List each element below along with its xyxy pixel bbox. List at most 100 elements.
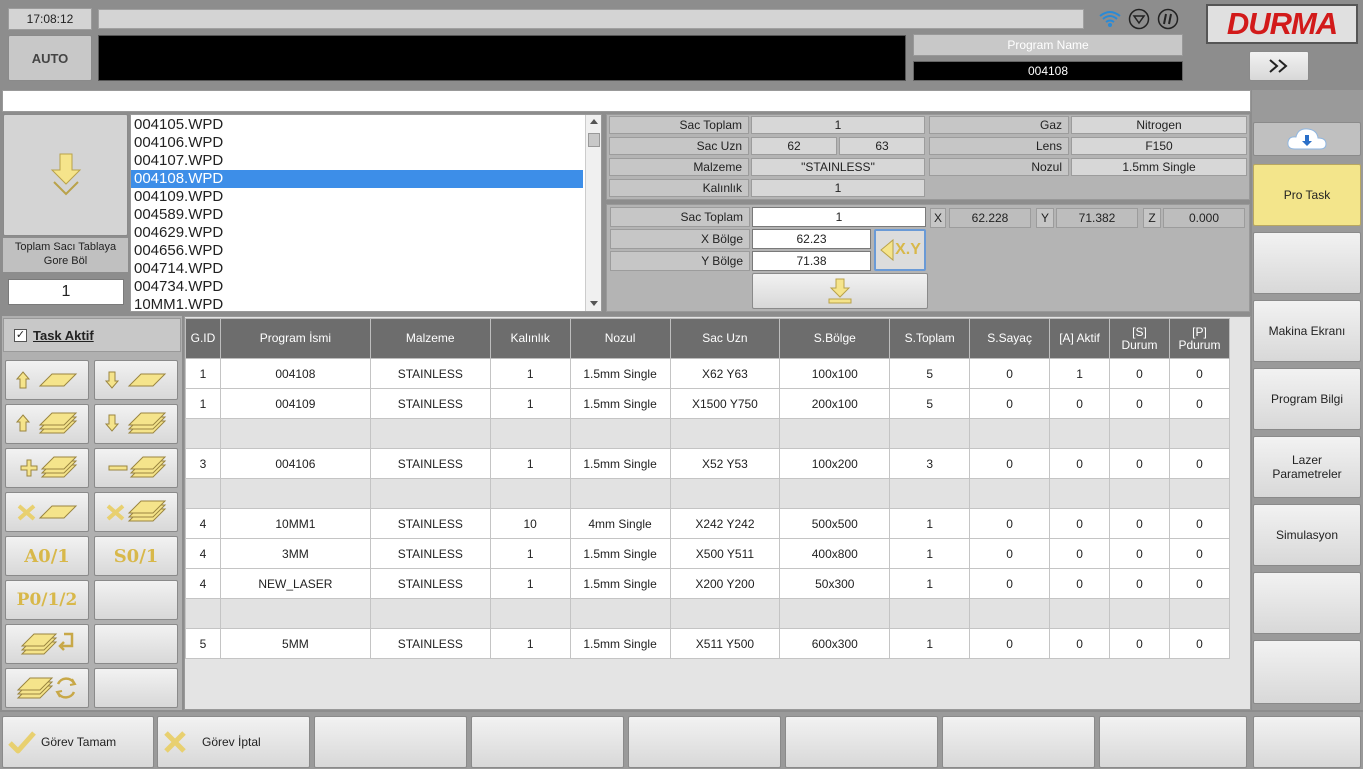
scroll-up-icon[interactable]: [590, 119, 598, 124]
list-item[interactable]: 004734.WPD: [131, 278, 585, 296]
table-cell: 1: [185, 388, 221, 419]
column-header[interactable]: G.ID: [185, 318, 221, 359]
column-header[interactable]: [S] Durum: [1109, 318, 1170, 359]
list-item[interactable]: 004656.WPD: [131, 242, 585, 260]
move-down-stack-button[interactable]: [94, 404, 178, 444]
column-header[interactable]: S.Bölge: [779, 318, 891, 359]
list-item[interactable]: 004629.WPD: [131, 224, 585, 242]
column-header[interactable]: Program İsmi: [219, 318, 371, 359]
gorev-tamam-button[interactable]: Görev Tamam: [2, 716, 154, 768]
table-row-empty[interactable]: [185, 418, 1231, 449]
table-cell: [669, 598, 781, 629]
empty-tool-button-3[interactable]: [94, 668, 178, 708]
region-sac-toplam-input[interactable]: 1: [752, 207, 926, 227]
pause-circle-icon[interactable]: [1157, 8, 1179, 30]
split-input[interactable]: 1: [8, 279, 124, 305]
table-row[interactable]: 4 NEW_LASER STAINLESS 1 1.5mm Single X200 Y20…: [185, 568, 1231, 599]
dropdown-circle-icon[interactable]: [1128, 8, 1150, 30]
list-item[interactable]: 004105.WPD: [131, 116, 585, 134]
list-item[interactable]: 004714.WPD: [131, 260, 585, 278]
delete-stack-button[interactable]: [94, 492, 178, 532]
move-down-sheet-button[interactable]: [94, 360, 178, 400]
table-row[interactable]: 1 004109 STAINLESS 1 1.5mm Single X1500 Y750 2…: [185, 388, 1231, 419]
table-row[interactable]: 5 5MM STAINLESS 1 1.5mm Single X511 Y500 600x3…: [185, 628, 1231, 659]
list-item[interactable]: 004109.WPD: [131, 188, 585, 206]
table-cell: [1109, 598, 1170, 629]
table-row-empty[interactable]: [185, 598, 1231, 629]
toggle-pdurum-button[interactable]: P0/1/2: [5, 580, 89, 620]
load-file-button[interactable]: [3, 114, 128, 236]
stack-refresh-button[interactable]: [5, 668, 89, 708]
expand-button[interactable]: [1249, 51, 1309, 81]
program-bilgi-button[interactable]: Program Bilgi: [1253, 368, 1361, 430]
mode-button[interactable]: AUTO: [8, 35, 92, 81]
footer-empty-button-6[interactable]: [1099, 716, 1247, 768]
column-header[interactable]: [A] Aktif: [1049, 318, 1110, 359]
stack-return-button[interactable]: [5, 624, 89, 664]
footer-empty-button-2[interactable]: [471, 716, 624, 768]
task-aktif-checkbox[interactable]: ✓: [14, 328, 27, 342]
file-list[interactable]: 004105.WPD 004106.WPD 004107.WPD 004108.…: [130, 114, 602, 312]
gorev-iptal-button[interactable]: Görev İptal: [157, 716, 310, 768]
move-up-sheet-button[interactable]: [5, 360, 89, 400]
lazer-parametreler-button[interactable]: Lazer Parametreler: [1253, 436, 1361, 498]
footer-empty-button-3[interactable]: [628, 716, 781, 768]
list-item-selected[interactable]: 004108.WPD: [131, 170, 583, 188]
table-cell: 0: [1168, 568, 1231, 599]
scroll-thumb[interactable]: [588, 133, 600, 147]
footer-empty-button-4[interactable]: [785, 716, 938, 768]
message-display: [98, 35, 906, 81]
toggle-aktif-button[interactable]: A0/1: [5, 536, 89, 576]
side-empty-button-3[interactable]: [1253, 640, 1361, 704]
column-header[interactable]: Sac Uzn: [669, 318, 781, 359]
y-pos-label: Y: [1036, 208, 1054, 228]
lens-value: F150: [1071, 137, 1247, 155]
list-item[interactable]: 10MM1.WPD: [131, 296, 585, 311]
move-up-stack-button[interactable]: [5, 404, 89, 444]
list-item[interactable]: 004589.WPD: [131, 206, 585, 224]
x-bolge-input[interactable]: 62.23: [752, 229, 871, 249]
column-header[interactable]: [P] Pdurum: [1168, 318, 1231, 359]
table-cell: 0: [1109, 358, 1170, 389]
empty-tool-button-1[interactable]: [94, 580, 178, 620]
delete-sheet-button[interactable]: [5, 492, 89, 532]
add-stack-button[interactable]: [5, 448, 89, 488]
cross-icon: [164, 731, 186, 753]
y-bolge-input[interactable]: 71.38: [752, 251, 871, 271]
column-header[interactable]: Kalınlık: [489, 318, 571, 359]
file-list-scrollbar[interactable]: [585, 115, 601, 311]
column-header[interactable]: Malzeme: [369, 318, 491, 359]
table-row[interactable]: 3 004106 STAINLESS 1 1.5mm Single X52 Y53 100x…: [185, 448, 1231, 479]
list-item[interactable]: 004107.WPD: [131, 152, 585, 170]
footer-empty-button-5[interactable]: [942, 716, 1095, 768]
column-header[interactable]: S.Toplam: [889, 318, 971, 359]
download-region-button[interactable]: [752, 273, 928, 309]
footer-empty-button-7[interactable]: [1253, 716, 1361, 768]
separator-bar: [2, 90, 1251, 112]
side-empty-button-1[interactable]: [1253, 232, 1361, 294]
column-header[interactable]: S.Sayaç: [969, 318, 1051, 359]
table-cell: X62 Y63: [669, 358, 781, 389]
pro-task-button[interactable]: Pro Task: [1253, 164, 1361, 226]
table-row[interactable]: 1 004108 STAINLESS 1 1.5mm Single X62 Y63 100x…: [185, 358, 1231, 389]
table-cell: 0: [1168, 628, 1231, 659]
table-row-empty[interactable]: [185, 478, 1231, 509]
simulasyon-button[interactable]: Simulasyon: [1253, 504, 1361, 566]
column-header[interactable]: Nozul: [569, 318, 671, 359]
scroll-down-icon[interactable]: [590, 301, 598, 306]
side-empty-button-2[interactable]: [1253, 572, 1361, 634]
table-row[interactable]: 4 3MM STAINLESS 1 1.5mm Single X500 Y511 400x8…: [185, 538, 1231, 569]
table-row[interactable]: 4 10MM1 STAINLESS 10 4mm Single X242 Y242 500x…: [185, 508, 1231, 539]
remove-stack-button[interactable]: [94, 448, 178, 488]
cloud-download-button[interactable]: [1253, 122, 1361, 156]
list-item[interactable]: 004106.WPD: [131, 134, 585, 152]
task-table: G.ID Program İsmi Malzeme Kalınlık Nozul Sac …: [185, 318, 1231, 659]
xy-apply-button[interactable]: X.Y: [874, 229, 926, 271]
table-cell: 3: [185, 448, 221, 479]
makina-ekrani-button[interactable]: Makina Ekranı: [1253, 300, 1361, 362]
footer-empty-button-1[interactable]: [314, 716, 467, 768]
table-cell: 4: [185, 538, 221, 569]
empty-tool-button-2[interactable]: [94, 624, 178, 664]
toggle-durum-button[interactable]: S0/1: [94, 536, 178, 576]
task-aktif-row[interactable]: ✓ Task Aktif: [3, 318, 181, 352]
